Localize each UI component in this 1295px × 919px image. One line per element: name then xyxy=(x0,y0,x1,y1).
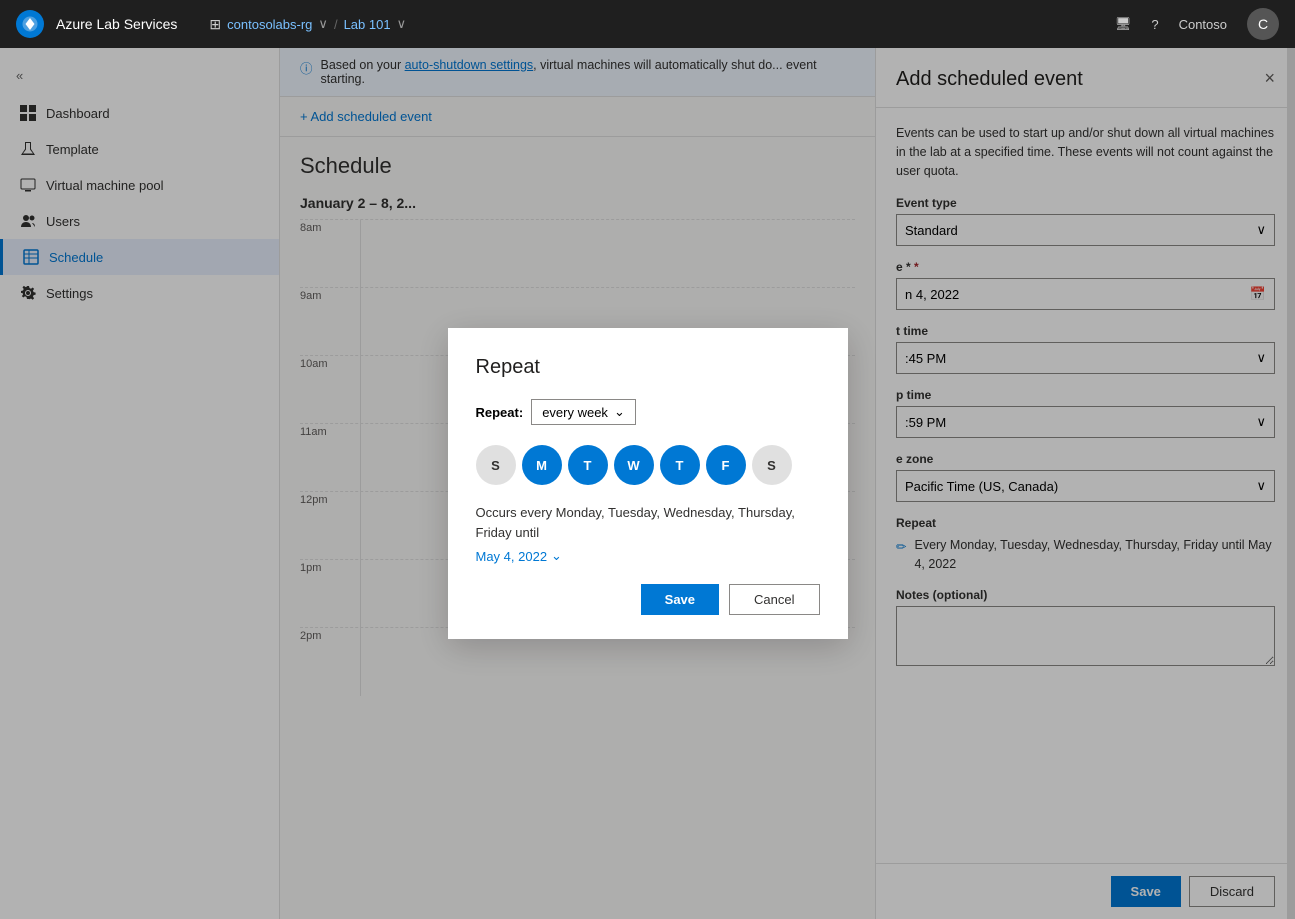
repeat-row: Repeat: every week ⌄ xyxy=(476,399,820,425)
tenant-selector[interactable]: Contoso xyxy=(1179,17,1227,32)
modal-until-row: May 4, 2022 ⌄ xyxy=(476,548,820,564)
breadcrumb-separator: / xyxy=(334,17,338,32)
day-sunday[interactable]: S xyxy=(476,445,516,485)
day-wednesday-label: W xyxy=(627,458,639,473)
modal-title: Repeat xyxy=(476,356,820,379)
day-tuesday-label: T xyxy=(584,458,592,473)
breadcrumb-resource-group[interactable]: contosolabs-rg xyxy=(227,17,312,32)
modal-cancel-button[interactable]: Cancel xyxy=(729,584,819,615)
monitor-icon[interactable]: 🖥 xyxy=(1115,16,1132,32)
until-chevron: ⌄ xyxy=(551,548,562,564)
repeat-dropdown-value: every week xyxy=(542,405,608,420)
app-logo xyxy=(16,10,44,38)
repeat-row-label: Repeat: xyxy=(476,405,524,420)
topnav-right: 🖥 ? Contoso C xyxy=(1115,8,1279,40)
app-title: Azure Lab Services xyxy=(56,16,177,32)
modal-footer: Save Cancel xyxy=(476,584,820,615)
day-friday-label: F xyxy=(722,458,730,473)
day-thursday-label: T xyxy=(676,458,684,473)
avatar[interactable]: C xyxy=(1247,8,1279,40)
breadcrumb: ⊞ contosolabs-rg ∨ / Lab 101 ∨ xyxy=(209,16,406,33)
day-friday[interactable]: F xyxy=(706,445,746,485)
modal-save-button[interactable]: Save xyxy=(641,584,719,615)
modal-until-date[interactable]: May 4, 2022 ⌄ xyxy=(476,548,562,564)
modal-occurs-text: Occurs every Monday, Tuesday, Wednesday,… xyxy=(476,503,820,542)
day-circles: S M T W T F S xyxy=(476,445,820,485)
breadcrumb-lab[interactable]: Lab 101 xyxy=(344,17,391,32)
occurs-text: Occurs every Monday, Tuesday, Wednesday,… xyxy=(476,505,795,540)
until-date-value: May 4, 2022 xyxy=(476,549,548,564)
day-monday-label: M xyxy=(536,458,547,473)
day-wednesday[interactable]: W xyxy=(614,445,654,485)
day-monday[interactable]: M xyxy=(522,445,562,485)
breadcrumb-chevron: ∨ xyxy=(318,16,328,32)
repeat-dropdown[interactable]: every week ⌄ xyxy=(531,399,636,425)
modal-overlay: Repeat Repeat: every week ⌄ S M T W T xyxy=(0,48,1295,919)
breadcrumb-icon: ⊞ xyxy=(209,16,221,33)
day-thursday[interactable]: T xyxy=(660,445,700,485)
breadcrumb-lab-chevron: ∨ xyxy=(397,16,407,32)
help-icon[interactable]: ? xyxy=(1151,17,1158,32)
day-saturday-label: S xyxy=(767,458,776,473)
topnav: Azure Lab Services ⊞ contosolabs-rg ∨ / … xyxy=(0,0,1295,48)
day-tuesday[interactable]: T xyxy=(568,445,608,485)
day-sunday-label: S xyxy=(491,458,500,473)
repeat-dropdown-chevron: ⌄ xyxy=(614,404,625,420)
repeat-modal: Repeat Repeat: every week ⌄ S M T W T xyxy=(448,328,848,639)
day-saturday[interactable]: S xyxy=(752,445,792,485)
